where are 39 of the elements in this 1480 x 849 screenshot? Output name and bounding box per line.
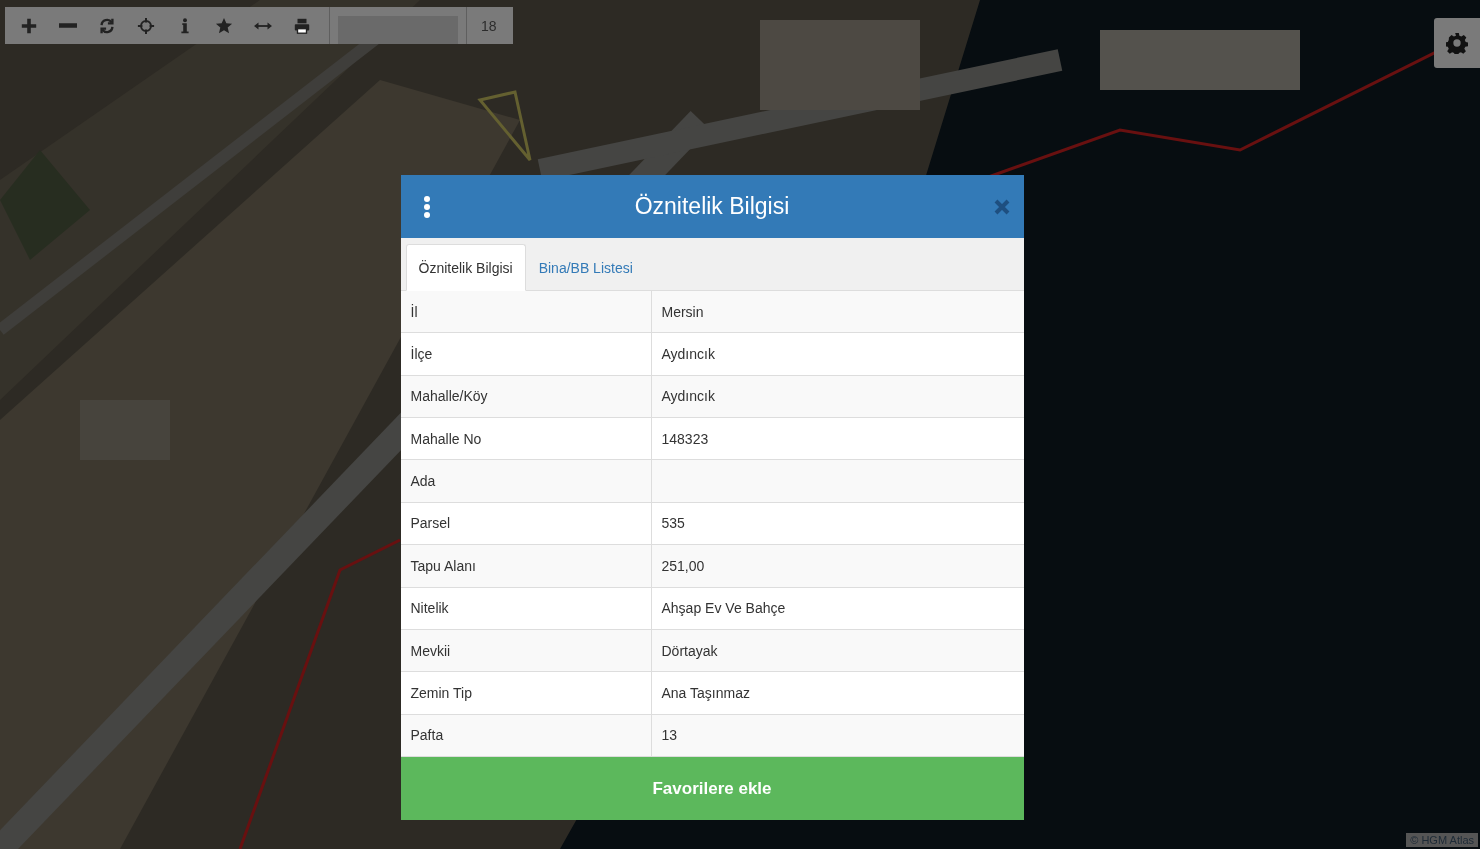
attribute-value: Ahşap Ev Ve Bahçe <box>660 599 787 619</box>
attribute-label: Mahalle No <box>400 418 652 460</box>
attribute-label: İl <box>400 291 652 333</box>
zoom-level: 18 <box>480 17 498 34</box>
attribute-label: Ada <box>400 460 652 502</box>
dialog-title: Öznitelik Bilgisi <box>633 193 791 220</box>
attribute-label: Nitelik <box>400 587 652 629</box>
attribute-value: Mersin <box>660 302 705 322</box>
menu-icon <box>422 194 431 219</box>
attribute-value: 148323 <box>660 429 710 449</box>
star-icon <box>214 16 233 35</box>
attribute-label: Pafta <box>400 714 652 756</box>
print-icon <box>292 16 311 35</box>
attribute-value: Dörtayak <box>660 641 719 661</box>
attribute-label: İlçe <box>400 333 652 375</box>
attribute-label: Parsel <box>400 502 652 545</box>
attribute-label: Tapu Alanı <box>400 545 652 587</box>
attribute-label: Zemin Tip <box>400 672 652 714</box>
refresh-icon <box>97 16 116 35</box>
settings-button[interactable] <box>1434 18 1480 68</box>
attribute-value: 13 <box>660 726 679 746</box>
settings-icon <box>1446 32 1468 54</box>
attribute-value: 251,00 <box>660 556 706 576</box>
menu-button[interactable] <box>422 194 431 219</box>
attribute-value: Ana Taşınmaz <box>660 683 751 703</box>
attribution: © HGM Atlas <box>1406 833 1478 847</box>
attribute-label: Mahalle/Köy <box>400 375 652 418</box>
add-favorite-button[interactable]: Favorilere ekle <box>400 757 1024 820</box>
plus-icon <box>19 16 38 35</box>
tab[interactable]: Bina/BB Listesi <box>525 244 646 291</box>
attribute-value: 535 <box>660 514 686 534</box>
attribute-value: Aydıncık <box>660 345 716 365</box>
minus-icon <box>58 23 77 28</box>
tab[interactable]: Öznitelik Bilgisi <box>405 244 526 291</box>
attribute-value: Aydıncık <box>660 387 716 407</box>
scale-field[interactable] <box>338 16 458 44</box>
crosshair-icon <box>136 16 155 35</box>
close-icon <box>993 198 1010 215</box>
attribute-label: Mevkii <box>400 629 652 672</box>
